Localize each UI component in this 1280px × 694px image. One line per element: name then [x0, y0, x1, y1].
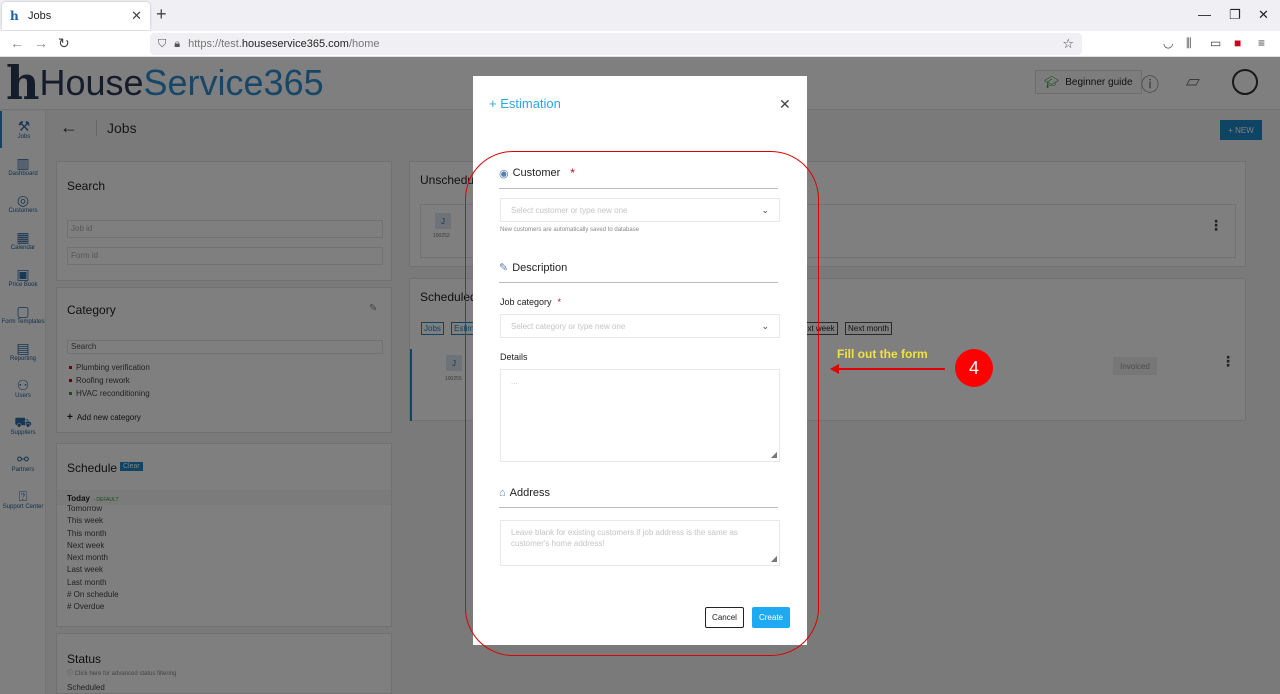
annotation-text: Fill out the form	[837, 347, 928, 361]
extension-icon[interactable]: ■	[1234, 36, 1241, 50]
browser-nav-bar: ← → ↻ ⛉ 🔒︎ https://test.houseservice365.…	[0, 31, 1280, 57]
pocket-icon[interactable]: ◡	[1163, 36, 1173, 50]
sidebar-icon[interactable]: ▭	[1210, 36, 1221, 50]
tab-title: Jobs	[28, 10, 52, 22]
library-icon[interactable]: ⫼	[1186, 36, 1192, 51]
lock-icon: 🔒︎	[174, 37, 181, 50]
shield-icon: ⛉	[158, 37, 167, 50]
window-close-icon[interactable]: ✕	[1258, 7, 1269, 23]
minimize-icon[interactable]: —	[1198, 7, 1211, 22]
annotation-arrow-head	[830, 364, 839, 374]
url-bar[interactable]: ⛉ 🔒︎ https://test.houseservice365.com/ho…	[150, 33, 1082, 55]
annotation-arrow-line	[838, 368, 945, 370]
site-favicon-icon: h	[10, 9, 19, 23]
url-text: https://test.houseservice365.com/home	[188, 38, 380, 50]
browser-tab[interactable]: h Jobs ✕	[2, 2, 150, 30]
close-icon[interactable]: ✕	[779, 96, 791, 113]
reload-icon[interactable]: ↻	[58, 35, 70, 52]
new-tab-icon[interactable]: +	[156, 4, 167, 25]
browser-tab-bar: h Jobs ✕ + — ❐ ✕	[0, 0, 1280, 31]
close-tab-icon[interactable]: ✕	[131, 8, 142, 24]
back-icon[interactable]: ←	[10, 35, 24, 51]
forward-icon[interactable]: →	[34, 35, 48, 51]
annotation-highlight-ellipse	[465, 151, 819, 656]
restore-icon[interactable]: ❐	[1229, 7, 1241, 23]
bookmark-star-icon[interactable]: ☆	[1062, 36, 1074, 52]
annotation-step-number: 4	[955, 349, 993, 387]
modal-title: + Estimation	[489, 96, 561, 111]
menu-icon[interactable]: ≡	[1258, 36, 1265, 50]
